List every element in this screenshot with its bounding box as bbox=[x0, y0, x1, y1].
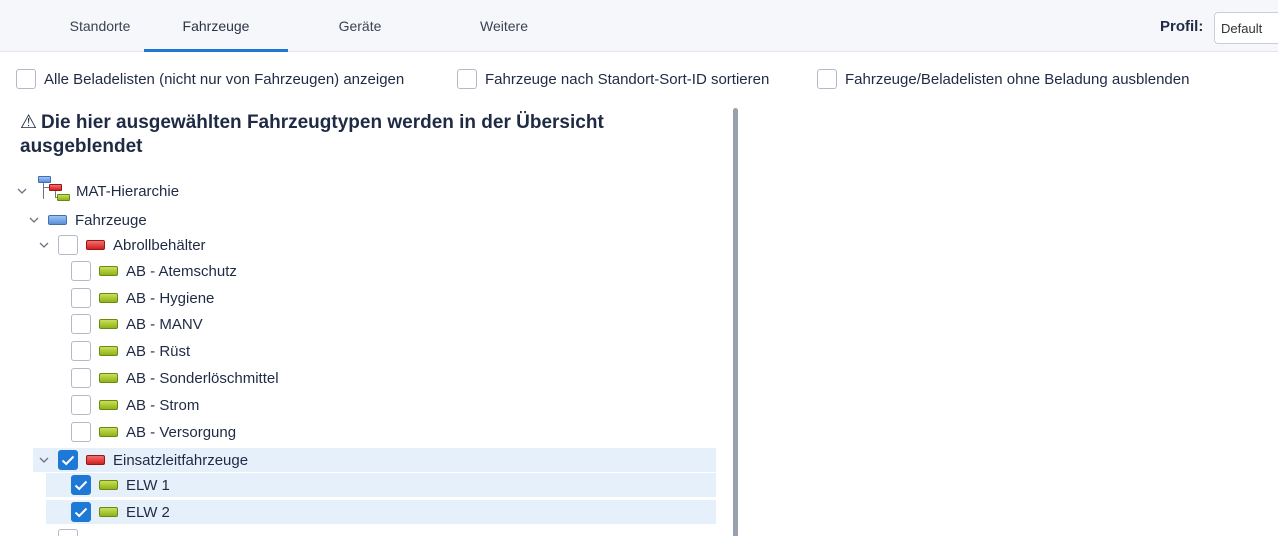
option-all-lists-checkbox[interactable] bbox=[16, 69, 36, 89]
tree-item-checkbox[interactable] bbox=[71, 261, 91, 281]
option-all-lists[interactable]: Alle Beladelisten (nicht nur von Fahrzeu… bbox=[16, 67, 404, 91]
green-type-icon bbox=[99, 319, 118, 329]
tree-item-label: AB - Hygiene bbox=[126, 289, 215, 307]
red-category-icon bbox=[86, 455, 105, 465]
tree-group-label: Fahrzeuge bbox=[75, 211, 147, 229]
option-sort-by-location[interactable]: Fahrzeuge nach Standort-Sort-ID sortiere… bbox=[457, 67, 769, 91]
chevron-down-icon[interactable] bbox=[38, 454, 50, 466]
red-category-icon bbox=[86, 240, 105, 250]
green-type-icon bbox=[99, 373, 118, 383]
tree-item-label: AB - Strom bbox=[126, 396, 200, 414]
tree-root[interactable]: MAT-Hierarchie bbox=[16, 175, 179, 207]
hierarchy-icon bbox=[36, 176, 70, 206]
tree-item-checkbox[interactable] bbox=[71, 314, 91, 334]
tree-item-partial[interactable] bbox=[38, 529, 86, 536]
tab-fahrzeuge[interactable]: Fahrzeuge bbox=[144, 0, 288, 52]
tree-item-elw2[interactable]: ELW 2 bbox=[46, 500, 716, 524]
tree-item-label: ELW 2 bbox=[126, 503, 170, 521]
green-type-icon bbox=[99, 427, 118, 437]
tab-weitere[interactable]: Weitere bbox=[432, 0, 576, 52]
tree-item-checkbox[interactable] bbox=[71, 288, 91, 308]
profile-select[interactable]: Default bbox=[1214, 12, 1278, 44]
option-hide-empty[interactable]: Fahrzeuge/Beladelisten ohne Beladung aus… bbox=[817, 67, 1189, 91]
tree-item-label: Einsatzleitfahrzeuge bbox=[113, 451, 249, 469]
tree-item-checkbox[interactable] bbox=[71, 341, 91, 361]
tree-item-checkbox[interactable] bbox=[58, 450, 78, 470]
tree-item[interactable]: AB - Atemschutz bbox=[71, 259, 237, 283]
option-sort-by-location-label: Fahrzeuge nach Standort-Sort-ID sortiere… bbox=[485, 70, 770, 88]
tree-item-checkbox[interactable] bbox=[58, 235, 78, 255]
tab-geraete[interactable]: Geräte bbox=[288, 0, 432, 52]
tree-item[interactable]: AB - MANV bbox=[71, 312, 203, 336]
option-sort-by-location-checkbox[interactable] bbox=[457, 69, 477, 89]
chevron-down-icon[interactable] bbox=[28, 214, 40, 226]
blue-folder-icon bbox=[48, 215, 67, 225]
option-all-lists-label: Alle Beladelisten (nicht nur von Fahrzeu… bbox=[44, 70, 405, 88]
section-heading-text: Die hier ausgewählten Fahrzeugtypen werd… bbox=[20, 112, 604, 157]
tree-item-einsatzleitfahrzeuge[interactable]: Einsatzleitfahrzeuge bbox=[33, 448, 716, 472]
option-hide-empty-checkbox[interactable] bbox=[817, 69, 837, 89]
tree-item-label: Abrollbehälter bbox=[113, 236, 206, 254]
tree-item[interactable]: AB - Sonderlöschmittel bbox=[71, 366, 279, 390]
section-heading: ⚠ Die hier ausgewählten Fahrzeugtypen wer… bbox=[20, 111, 700, 159]
tree-item[interactable]: AB - Hygiene bbox=[71, 286, 214, 310]
tree-item-checkbox[interactable] bbox=[71, 475, 91, 495]
green-type-icon bbox=[99, 346, 118, 356]
green-type-icon bbox=[99, 400, 118, 410]
option-hide-empty-label: Fahrzeuge/Beladelisten ohne Beladung aus… bbox=[845, 70, 1190, 88]
tree-item-checkbox[interactable] bbox=[71, 502, 91, 522]
tree-item-elw1[interactable]: ELW 1 bbox=[46, 473, 716, 497]
tree-item-checkbox[interactable] bbox=[71, 422, 91, 442]
tree-item-checkbox[interactable] bbox=[71, 368, 91, 388]
tree-group-fahrzeuge[interactable]: Fahrzeuge bbox=[28, 208, 147, 232]
green-type-icon bbox=[99, 507, 118, 517]
tree-item[interactable]: AB - Versorgung bbox=[71, 420, 236, 444]
tree-item-abrollbehaelter[interactable]: Abrollbehälter bbox=[38, 233, 206, 257]
tree-item-label: AB - Atemschutz bbox=[126, 262, 237, 280]
green-type-icon bbox=[99, 293, 118, 303]
tree-root-label: MAT-Hierarchie bbox=[76, 182, 180, 200]
green-type-icon bbox=[99, 266, 118, 276]
tree-item-checkbox[interactable] bbox=[71, 395, 91, 415]
tree-item-label: AB - Versorgung bbox=[126, 423, 237, 441]
tab-bar: Standorte Fahrzeuge Geräte Weitere Profi… bbox=[0, 0, 1278, 52]
warning-icon: ⚠ bbox=[20, 112, 38, 133]
tree-scrollbar[interactable] bbox=[733, 108, 738, 536]
tree-item-checkbox[interactable] bbox=[58, 529, 78, 536]
tree-item-label: AB - MANV bbox=[126, 315, 203, 333]
tree-item-label: AB - Rüst bbox=[126, 342, 191, 360]
profile-label: Profil: bbox=[1160, 17, 1204, 35]
tree-item[interactable]: AB - Rüst bbox=[71, 339, 190, 363]
tree-item-label: AB - Sonderlöschmittel bbox=[126, 369, 279, 387]
chevron-down-icon[interactable] bbox=[38, 239, 50, 251]
tree-item[interactable]: AB - Strom bbox=[71, 393, 199, 417]
profile-select-value: Default bbox=[1221, 20, 1263, 36]
chevron-down-icon[interactable] bbox=[16, 185, 28, 197]
tree-item-label: ELW 1 bbox=[126, 476, 170, 494]
green-type-icon bbox=[99, 480, 118, 490]
